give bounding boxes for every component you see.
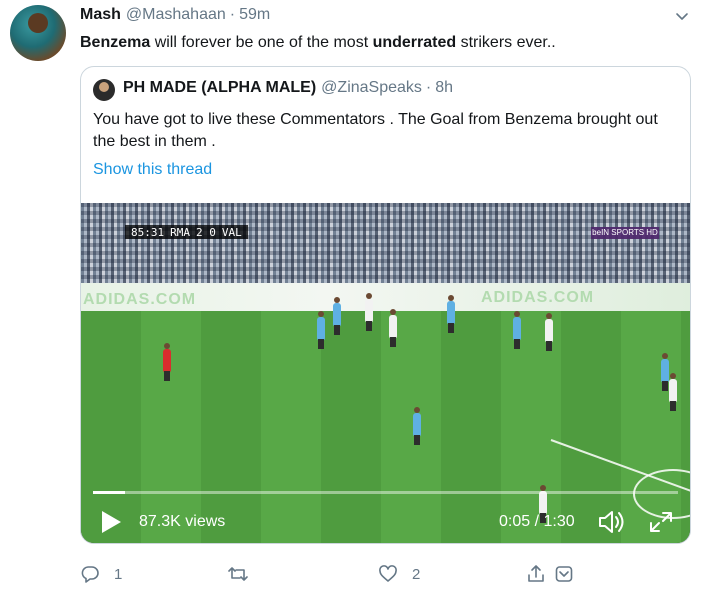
header-separator: · (229, 6, 236, 23)
scorebug-time: 85:31 (131, 225, 165, 239)
video-player-figure (317, 311, 325, 349)
video-player-figure (545, 313, 553, 351)
video-player-figure (365, 293, 373, 331)
video-time: 0:05 / 1:30 (499, 513, 575, 530)
like-button[interactable]: 2 (378, 564, 420, 584)
video-player-figure (447, 295, 455, 333)
view-count: 87.3K views (139, 513, 226, 530)
scorebug-score: 2 0 (196, 225, 216, 239)
video-player-figure (661, 353, 669, 391)
tweet-text-plain-1: will forever be one of the most (150, 34, 373, 51)
video-player-figure (333, 297, 341, 335)
author-handle[interactable]: @Mashahaan (126, 6, 226, 24)
show-thread-link[interactable]: Show this thread (93, 161, 212, 179)
adboard-text-left: ADIDAS.COM (83, 291, 197, 308)
video-stands (81, 203, 690, 295)
retweet-icon (228, 567, 248, 581)
video-player[interactable]: ADIDAS.COM ADIDAS.COM 85:31 RMA 2 0 VAL … (81, 203, 690, 543)
quoted-tweet-card[interactable]: PH MADE (ALPHA MALE) @ZinaSpeaks · 8h Yo… (80, 66, 691, 544)
video-player-figure (389, 309, 397, 347)
quoted-author-handle: @ZinaSpeaks (321, 79, 422, 96)
channel-badge: beIN SPORTS HD (591, 227, 659, 239)
scorebug: 85:31 RMA 2 0 VAL (125, 225, 248, 239)
tweet-text-bold-1: Benzema (80, 34, 151, 51)
retweet-button[interactable] (228, 564, 262, 584)
quoted-author-name: PH MADE (ALPHA MALE) (123, 79, 317, 96)
dm-share-button[interactable] (554, 564, 574, 584)
adboard-text-right: ADIDAS.COM (481, 289, 595, 306)
volume-icon[interactable] (598, 509, 626, 535)
chevron-down-icon[interactable] (674, 8, 690, 24)
tweet-actions: 1 2 (80, 564, 600, 590)
video-player-figure (163, 343, 171, 381)
heart-icon (379, 565, 397, 582)
tweet-text-plain-2: strikers ever.. (456, 34, 556, 51)
video-adboard: ADIDAS.COM ADIDAS.COM (81, 283, 690, 313)
envelope-share-icon (555, 566, 573, 582)
quoted-header-separator: · (425, 79, 432, 96)
tweet-text: Benzema will forever be one of the most … (80, 32, 556, 54)
author-name[interactable]: Mash (80, 6, 121, 24)
tweet-header: Mash @Mashahaan · 59m (80, 6, 270, 28)
tweet-timestamp[interactable]: 59m (239, 6, 270, 24)
scorebug-away: VAL (221, 225, 242, 239)
video-controls: 87.3K views 0:05 / 1:30 (81, 503, 690, 543)
play-icon[interactable] (99, 509, 123, 535)
reply-icon (81, 566, 99, 583)
quoted-tweet-header: PH MADE (ALPHA MALE) @ZinaSpeaks · 8h (123, 79, 453, 97)
reply-button[interactable]: 1 (80, 564, 122, 584)
reply-count: 1 (114, 565, 123, 583)
video-progress-bar[interactable] (93, 491, 678, 494)
share-icon (528, 565, 544, 582)
fullscreen-icon[interactable] (649, 511, 673, 533)
tweet-text-bold-2: underrated (372, 34, 457, 51)
video-progress-fill (93, 491, 126, 494)
video-player-figure (669, 373, 677, 411)
share-button[interactable] (526, 564, 546, 584)
quoted-timestamp: 8h (435, 79, 454, 96)
scorebug-home: RMA (170, 225, 190, 239)
quoted-tweet-text: You have got to live these Commentators … (93, 111, 658, 150)
author-avatar[interactable] (10, 5, 66, 61)
quoted-author-avatar (93, 79, 115, 101)
video-player-figure (513, 311, 521, 349)
like-count: 2 (412, 565, 421, 583)
video-player-figure (413, 407, 421, 445)
